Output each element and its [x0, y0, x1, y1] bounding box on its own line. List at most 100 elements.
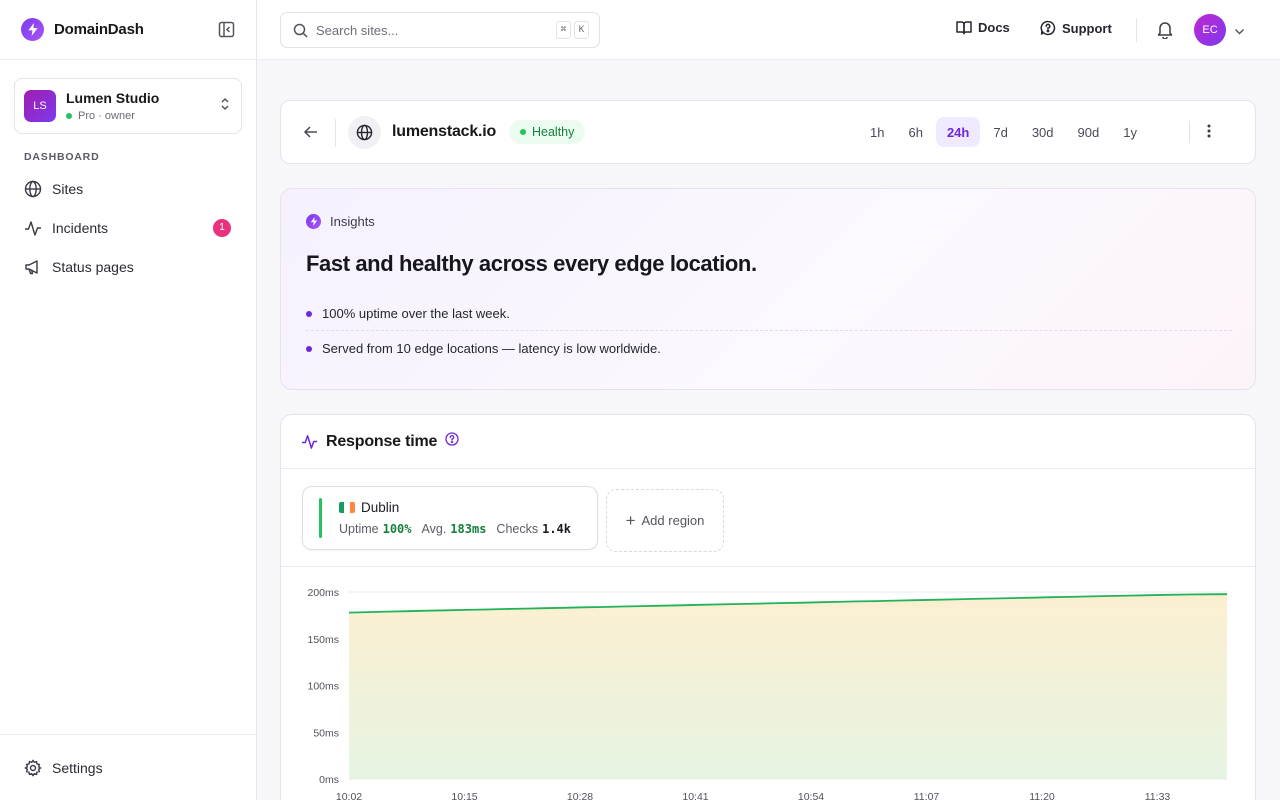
sidebar-item-status-pages[interactable]: Status pages: [0, 247, 256, 286]
sidebar-item-sites[interactable]: Sites: [0, 169, 256, 208]
insight-item: Served from 10 edge locations — latency …: [306, 341, 1232, 356]
divider: [335, 119, 336, 147]
divider: [1189, 121, 1190, 143]
time-range-selector: 1h 6h 24h 7d 30d 90d 1y: [859, 117, 1150, 147]
top-bar: Search sites... ⌘ K Docs Support EC: [257, 0, 1280, 60]
series-area: [349, 594, 1227, 779]
response-time-header: Response time: [281, 415, 1255, 469]
status-badge: Healthy: [509, 120, 586, 144]
y-tick-label: 50ms: [313, 727, 339, 739]
ireland-flag-icon: [339, 502, 355, 513]
insight-text: 100% uptime over the last week.: [322, 306, 510, 321]
response-time-title: Response time: [326, 432, 438, 450]
shortcut-key-k: K: [574, 21, 589, 39]
x-tick-label: 11:33: [1145, 791, 1171, 800]
bullet: [306, 345, 312, 352]
region-list: Dublin Uptime 100% Avg. 183ms Checks 1.4…: [281, 469, 1255, 567]
divider: [1136, 18, 1137, 42]
x-tick-label: 10:28: [567, 791, 593, 800]
support-label: Support: [1062, 20, 1112, 36]
insights-label: Insights: [330, 214, 375, 229]
x-tick-label: 10:41: [682, 791, 708, 800]
y-tick-label: 100ms: [307, 681, 339, 693]
bullet: [306, 310, 312, 317]
bell-icon[interactable]: [1156, 20, 1174, 44]
y-tick-label: 0ms: [319, 774, 339, 786]
range-option-90d[interactable]: 90d: [1067, 117, 1111, 147]
docs-label: Docs: [978, 20, 1010, 35]
region-name-row: Dublin: [339, 500, 399, 515]
more-vertical-icon[interactable]: [1207, 123, 1211, 144]
help-circle-icon[interactable]: [445, 432, 459, 451]
brand-header: DomainDash: [0, 0, 256, 60]
search-placeholder: Search sites...: [316, 22, 399, 38]
org-plan-row: Pro · owner: [66, 110, 159, 122]
sidebar-item-incidents[interactable]: Incidents 1: [0, 208, 256, 247]
activity-icon: [301, 435, 318, 449]
site-domain: lumenstack.io: [392, 123, 497, 140]
uptime-value: 100%: [382, 522, 412, 536]
x-tick-label: 11:07: [914, 791, 940, 800]
region-stats: Uptime 100% Avg. 183ms Checks 1.4k: [339, 522, 571, 536]
activity-icon: [25, 220, 41, 236]
book-icon: [956, 21, 972, 35]
globe-icon: [356, 124, 373, 141]
back-arrow-icon[interactable]: [303, 124, 319, 145]
range-option-6h[interactable]: 6h: [897, 117, 933, 147]
docs-link[interactable]: Docs: [956, 20, 1010, 35]
x-tick-label: 10:15: [451, 791, 477, 800]
divider: [306, 330, 1232, 331]
help-chat-icon: [1040, 20, 1056, 36]
add-region-label: Add region: [641, 513, 705, 528]
response-time-chart-svg: 0ms 50ms 100ms 150ms 200ms 10:02 10:15 10:28 10:…: [307, 587, 1228, 800]
globe-icon: [24, 180, 42, 197]
insight-text: Served from 10 edge locations — latency …: [322, 341, 661, 356]
range-option-1y[interactable]: 1y: [1112, 117, 1148, 147]
x-tick-label: 10:54: [798, 791, 824, 800]
status-dot: [66, 113, 72, 119]
sidebar-item-settings[interactable]: Settings: [0, 734, 256, 800]
region-status-bar: [319, 498, 322, 538]
response-time-panel: Response time Dublin Uptime 100% Avg. 18…: [280, 414, 1256, 800]
search-icon: [293, 23, 308, 38]
site-favicon: [348, 116, 381, 149]
range-option-24h[interactable]: 24h: [935, 117, 981, 147]
site-header: lumenstack.io Healthy 1h 6h 24h 7d 30d 90d 1y: [280, 100, 1256, 164]
add-region-button[interactable]: + Add region: [606, 489, 724, 552]
y-tick-label: 200ms: [307, 587, 339, 599]
avg-value: 183ms: [450, 522, 487, 536]
sidebar: DomainDash LS Lumen Studio Pro · owner D…: [0, 0, 257, 800]
x-tick-label: 11:20: [1029, 791, 1055, 800]
avg-label: Avg.: [421, 522, 447, 536]
insight-item: 100% uptime over the last week.: [306, 306, 1232, 321]
x-tick-label: 10:02: [336, 791, 362, 800]
sidebar-item-label: Sites: [52, 180, 84, 197]
sidebar-item-label: Incidents: [52, 219, 109, 236]
search-input[interactable]: Search sites... ⌘ K: [280, 12, 600, 48]
support-link[interactable]: Support: [1040, 20, 1112, 36]
user-avatar[interactable]: EC: [1194, 14, 1226, 46]
megaphone-icon: [25, 259, 38, 274]
region-card-dublin[interactable]: Dublin Uptime 100% Avg. 183ms Checks 1.4…: [302, 486, 598, 550]
insights-panel: Insights Fast and healthy across every e…: [280, 188, 1256, 390]
org-switcher[interactable]: LS Lumen Studio Pro · owner: [14, 78, 242, 134]
status-label: Healthy: [532, 125, 575, 139]
shortcut-key-cmd: ⌘: [556, 21, 571, 39]
range-option-1h[interactable]: 1h: [859, 117, 895, 147]
chevron-down-icon[interactable]: [1234, 24, 1245, 42]
org-avatar: LS: [24, 90, 56, 122]
sidebar-collapse-icon[interactable]: [216, 20, 236, 40]
range-option-30d[interactable]: 30d: [1021, 117, 1065, 147]
plus-icon: +: [625, 511, 636, 530]
gear-icon: [24, 758, 42, 777]
org-plan: Pro · owner: [78, 110, 135, 122]
nav-section-label: DASHBOARD: [24, 151, 100, 163]
y-tick-label: 150ms: [307, 634, 339, 646]
incident-count-badge: 1: [213, 218, 231, 237]
lightning-icon: [306, 214, 321, 229]
sidebar-item-label: Status pages: [52, 258, 134, 275]
uptime-label: Uptime: [339, 522, 379, 536]
response-time-chart: 0ms 50ms 100ms 150ms 200ms 10:02 10:15 10:28 10:…: [281, 567, 1255, 800]
range-option-7d[interactable]: 7d: [982, 117, 1018, 147]
checks-value: 1.4k: [542, 522, 572, 536]
